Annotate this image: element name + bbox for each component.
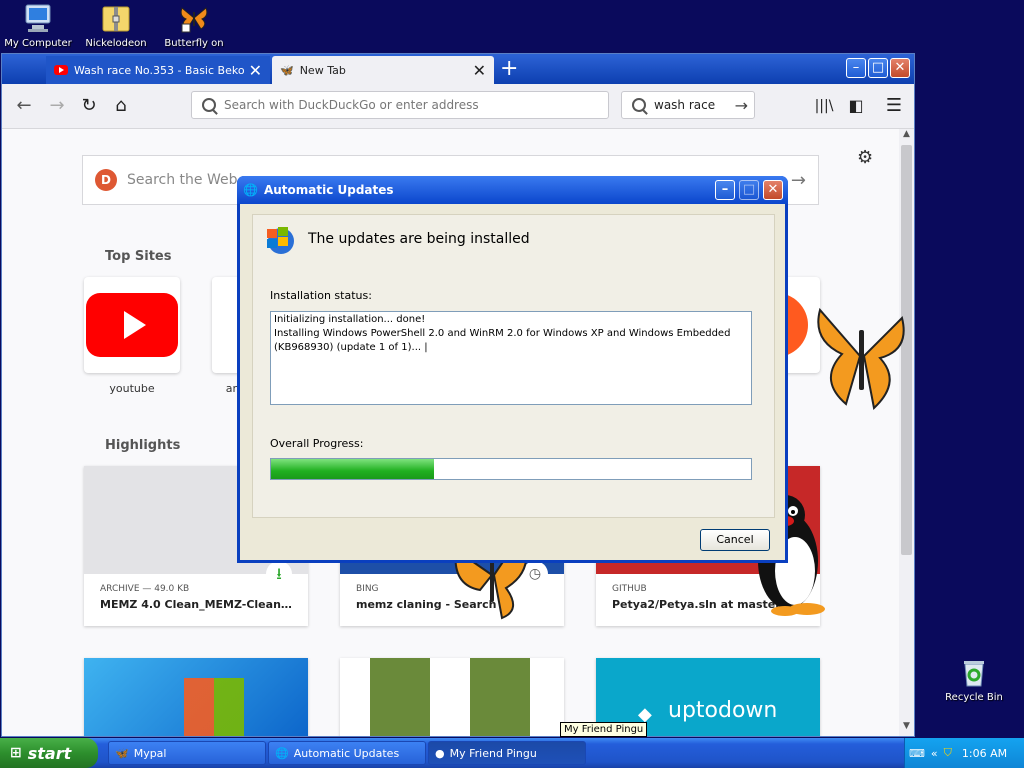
home-icon[interactable]: ⌂ <box>109 94 133 118</box>
taskbar-button-mypal[interactable]: 🦋 Mypal <box>108 741 266 765</box>
recycle-bin-icon <box>958 656 990 688</box>
pingu-icon: ● <box>435 746 445 760</box>
scroll-down-arrow-icon[interactable]: ▼ <box>899 721 914 736</box>
scroll-up-arrow-icon[interactable]: ▲ <box>899 129 914 144</box>
tab-title: Wash race No.353 - Basic Beko vs <box>74 63 244 77</box>
close-tab-icon[interactable]: ✕ <box>473 61 486 80</box>
security-shield-icon[interactable]: ⛉ <box>944 746 952 760</box>
desktop-icon-nickelodeon[interactable]: Nickelodeon <box>76 2 156 49</box>
new-tab-plus-icon[interactable]: + <box>500 56 518 82</box>
dialog-titlebar[interactable]: 🌐 Automatic Updates – □ ✕ <box>237 176 788 204</box>
system-tray: ⌨ « ⛉ 1:06 AM <box>904 738 1024 768</box>
taskbar-button-automatic-updates[interactable]: 🌐 Automatic Updates <box>268 741 426 765</box>
top-sites-heading: Top Sites <box>105 249 172 264</box>
search-box[interactable]: wash race → <box>621 91 755 119</box>
close-dialog-button[interactable]: ✕ <box>763 180 783 200</box>
tray-expand-icon[interactable]: « <box>931 747 938 760</box>
windows-update-icon: 🌐 <box>243 183 258 197</box>
status-line: Installing Windows PowerShell 2.0 and Wi… <box>274 328 731 339</box>
desktop-icon-butterfly[interactable]: Butterfly on <box>154 2 234 49</box>
mypal-favicon-icon: 🦋 <box>280 63 294 77</box>
desktop-icon-label: My Computer <box>4 38 72 49</box>
navigation-toolbar: ← → ↻ ⌂ Search with DuckDuckGo or enter … <box>2 84 914 129</box>
settings-gear-icon[interactable]: ⚙ <box>857 147 873 168</box>
dialog-title: Automatic Updates <box>263 183 394 197</box>
maximize-button[interactable]: □ <box>739 180 759 200</box>
overall-progress-label: Overall Progress: <box>270 437 364 450</box>
mypal-icon: 🦋 <box>115 746 129 760</box>
taskbar-button-label: Automatic Updates <box>293 746 400 760</box>
library-icon[interactable]: |||\ <box>812 94 836 118</box>
zip-folder-icon <box>100 2 132 34</box>
reload-icon[interactable]: ↻ <box>77 94 101 118</box>
search-icon <box>202 98 216 112</box>
status-line: Initializing installation... done! <box>274 314 426 325</box>
vertical-scrollbar[interactable]: ▲ ▼ <box>899 129 914 736</box>
taskbar-tooltip: My Friend Pingu <box>560 722 648 737</box>
clock[interactable]: 1:06 AM <box>962 747 1007 760</box>
top-site-youtube[interactable] <box>84 277 180 373</box>
butterfly-sprite <box>812 300 908 412</box>
windows-update-icon: 🌐 <box>275 746 289 760</box>
address-placeholder: Search with DuckDuckGo or enter address <box>224 98 479 112</box>
address-bar[interactable]: Search with DuckDuckGo or enter address <box>191 91 609 119</box>
sidebar-icon[interactable]: ◧ <box>844 94 868 118</box>
tab-strip: Wash race No.353 - Basic Beko vs ✕ 🦋 New… <box>2 54 914 84</box>
start-label: start <box>27 743 72 763</box>
minimize-button[interactable]: – <box>715 180 735 200</box>
desktop-icon-label: Nickelodeon <box>85 38 147 49</box>
windows-logo-icon: ⊞ <box>10 745 22 761</box>
close-window-button[interactable]: ✕ <box>890 58 910 78</box>
windows-logo-image <box>184 678 244 736</box>
taskbar-button-my-friend-pingu[interactable]: ● My Friend Pingu <box>428 741 586 765</box>
tab-new-tab[interactable]: 🦋 New Tab ✕ <box>272 56 494 84</box>
desktop-icon-label: Recycle Bin <box>945 692 1003 703</box>
youtube-favicon-icon <box>54 65 68 75</box>
keyboard-icon[interactable]: ⌨ <box>909 747 925 760</box>
cancel-button[interactable]: Cancel <box>700 529 770 551</box>
highlight-card[interactable] <box>340 658 564 736</box>
youtube-logo-icon <box>86 293 178 357</box>
desktop-icon-my-computer[interactable]: My Computer <box>0 2 78 49</box>
top-site-label: youtube <box>109 382 155 395</box>
dialog-heading: The updates are being installed <box>308 231 530 247</box>
status-line: (KB968930) (update 1 of 1)... | <box>274 342 428 353</box>
desktop-icon-label: Butterfly on <box>164 38 224 49</box>
menu-hamburger-icon[interactable]: ☰ <box>882 94 906 118</box>
card-title: uptodown <box>668 698 778 723</box>
search-query: wash race <box>654 98 716 112</box>
go-arrow-icon[interactable]: → <box>735 96 748 115</box>
search-icon <box>632 98 646 112</box>
taskbar-button-label: Mypal <box>133 746 167 760</box>
desktop-icon-recycle-bin[interactable]: Recycle Bin <box>934 656 1014 703</box>
windows-flag-icon <box>263 223 295 255</box>
search-submit-arrow-icon[interactable]: → <box>791 170 806 191</box>
back-arrow-icon[interactable]: ← <box>12 94 36 118</box>
overall-progress-bar <box>270 458 752 480</box>
computer-icon <box>22 2 54 34</box>
maximize-button[interactable]: □ <box>868 58 888 78</box>
start-button[interactable]: ⊞ start <box>0 738 98 768</box>
highlights-heading: Highlights <box>105 438 181 453</box>
minimize-button[interactable]: – <box>846 58 866 78</box>
installation-status-log: Initializing installation... done! Insta… <box>270 311 752 405</box>
taskbar: ⊞ start 🦋 Mypal 🌐 Automatic Updates ● My… <box>0 738 1024 768</box>
tab-title: New Tab <box>299 63 346 77</box>
tab-wash-race[interactable]: Wash race No.353 - Basic Beko vs ✕ <box>46 56 270 84</box>
taskbar-button-label: My Friend Pingu <box>449 746 537 760</box>
forward-arrow-icon[interactable]: → <box>45 94 69 118</box>
progress-fill <box>271 459 435 479</box>
highlight-card[interactable] <box>84 658 308 736</box>
web-search-placeholder: Search the Web <box>127 172 238 188</box>
duckduckgo-logo-icon: D <box>95 169 117 191</box>
butterfly-icon <box>178 2 210 34</box>
close-tab-icon[interactable]: ✕ <box>249 61 262 80</box>
card-title: MEMZ 4.0 Clean_MEMZ-Clean.ex... <box>100 598 308 611</box>
download-icon: ⭳ <box>266 561 292 587</box>
pixel-art-image <box>370 658 430 736</box>
installation-status-label: Installation status: <box>270 289 372 302</box>
